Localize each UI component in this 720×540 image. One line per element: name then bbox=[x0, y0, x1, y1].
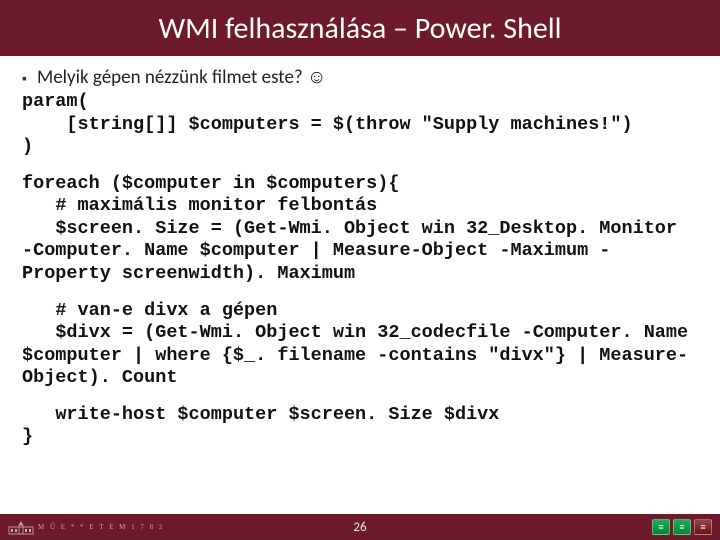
slide-title: WMI felhasználása – Power. Shell bbox=[158, 10, 561, 47]
code-block-4: write-host $computer $screen. Size $divx… bbox=[22, 404, 698, 449]
code-block-1: param( [string[]] $computers = $(throw "… bbox=[22, 91, 698, 159]
bullet-text: Melyik gépen nézzünk filmet este? ☺ bbox=[37, 66, 326, 89]
footer-logo: M Ű E * * E T E M 1 7 8 2 bbox=[8, 519, 164, 535]
footer-badge: ≡ bbox=[673, 519, 691, 535]
footer-badge: ≡ bbox=[652, 519, 670, 535]
footer-badge: ≡ bbox=[694, 519, 712, 535]
footer-badges: ≡ ≡ ≡ bbox=[652, 519, 712, 535]
bullet-marker: ▪ bbox=[22, 70, 27, 87]
footer-bar: M Ű E * * E T E M 1 7 8 2 26 ≡ ≡ ≡ bbox=[0, 514, 720, 540]
footer-uni-text: M Ű E * * E T E M 1 7 8 2 bbox=[38, 523, 164, 531]
title-bar: WMI felhasználása – Power. Shell bbox=[0, 0, 720, 56]
page-number: 26 bbox=[353, 520, 366, 535]
bullet-line: ▪ Melyik gépen nézzünk filmet este? ☺ bbox=[22, 66, 698, 89]
code-block-3: # van-e divx a gépen $divx = (Get-Wmi. O… bbox=[22, 300, 698, 390]
code-block-2: foreach ($computer in $computers){ # max… bbox=[22, 173, 698, 286]
slide-content: ▪ Melyik gépen nézzünk filmet este? ☺ pa… bbox=[0, 56, 720, 449]
building-icon bbox=[8, 519, 34, 535]
